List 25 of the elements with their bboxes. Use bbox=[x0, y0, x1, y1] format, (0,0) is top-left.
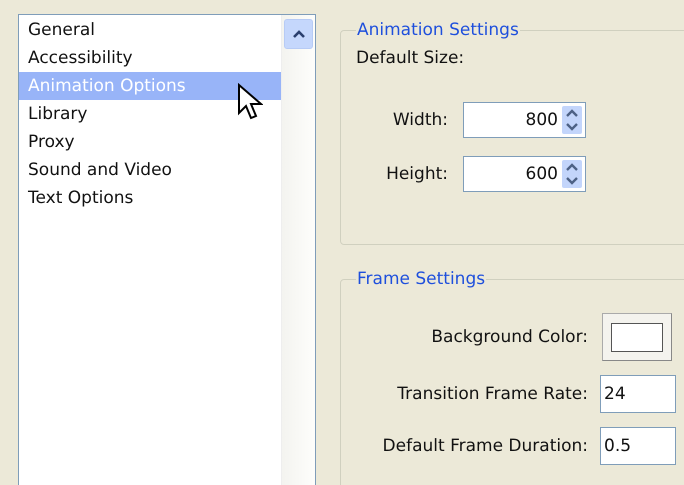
group-title: Animation Settings bbox=[356, 20, 520, 40]
scroll-up-button[interactable] bbox=[284, 19, 313, 49]
spin-arrows-icon bbox=[562, 106, 582, 134]
group-title: Frame Settings bbox=[356, 269, 486, 289]
input-field[interactable]: 24 bbox=[600, 375, 676, 413]
number-spinner[interactable]: 600 bbox=[463, 156, 586, 192]
category-item[interactable]: Library bbox=[19, 100, 281, 128]
category-item[interactable]: Text Options bbox=[19, 184, 281, 212]
input-field[interactable]: 0.5 bbox=[600, 427, 676, 465]
spin-arrows-icon bbox=[562, 160, 582, 188]
category-item[interactable]: Proxy bbox=[19, 128, 281, 156]
category-item[interactable]: General bbox=[19, 16, 281, 44]
field-label: Height: bbox=[386, 164, 448, 184]
color-picker-button[interactable] bbox=[602, 313, 672, 361]
field-label: Width: bbox=[392, 110, 448, 130]
category-item[interactable]: Sound and Video bbox=[19, 156, 281, 184]
chevron-up-icon bbox=[292, 29, 306, 39]
number-spinner[interactable]: 800 bbox=[463, 102, 586, 138]
field-label: Default Size: bbox=[356, 48, 466, 68]
field-label: Default Frame Duration: bbox=[382, 436, 588, 456]
category-item[interactable]: Accessibility bbox=[19, 44, 281, 72]
field-label: Transition Frame Rate: bbox=[397, 384, 588, 404]
scrollbar[interactable] bbox=[281, 15, 315, 485]
field-label: Background Color: bbox=[431, 327, 588, 347]
cursor-icon bbox=[237, 83, 263, 121]
